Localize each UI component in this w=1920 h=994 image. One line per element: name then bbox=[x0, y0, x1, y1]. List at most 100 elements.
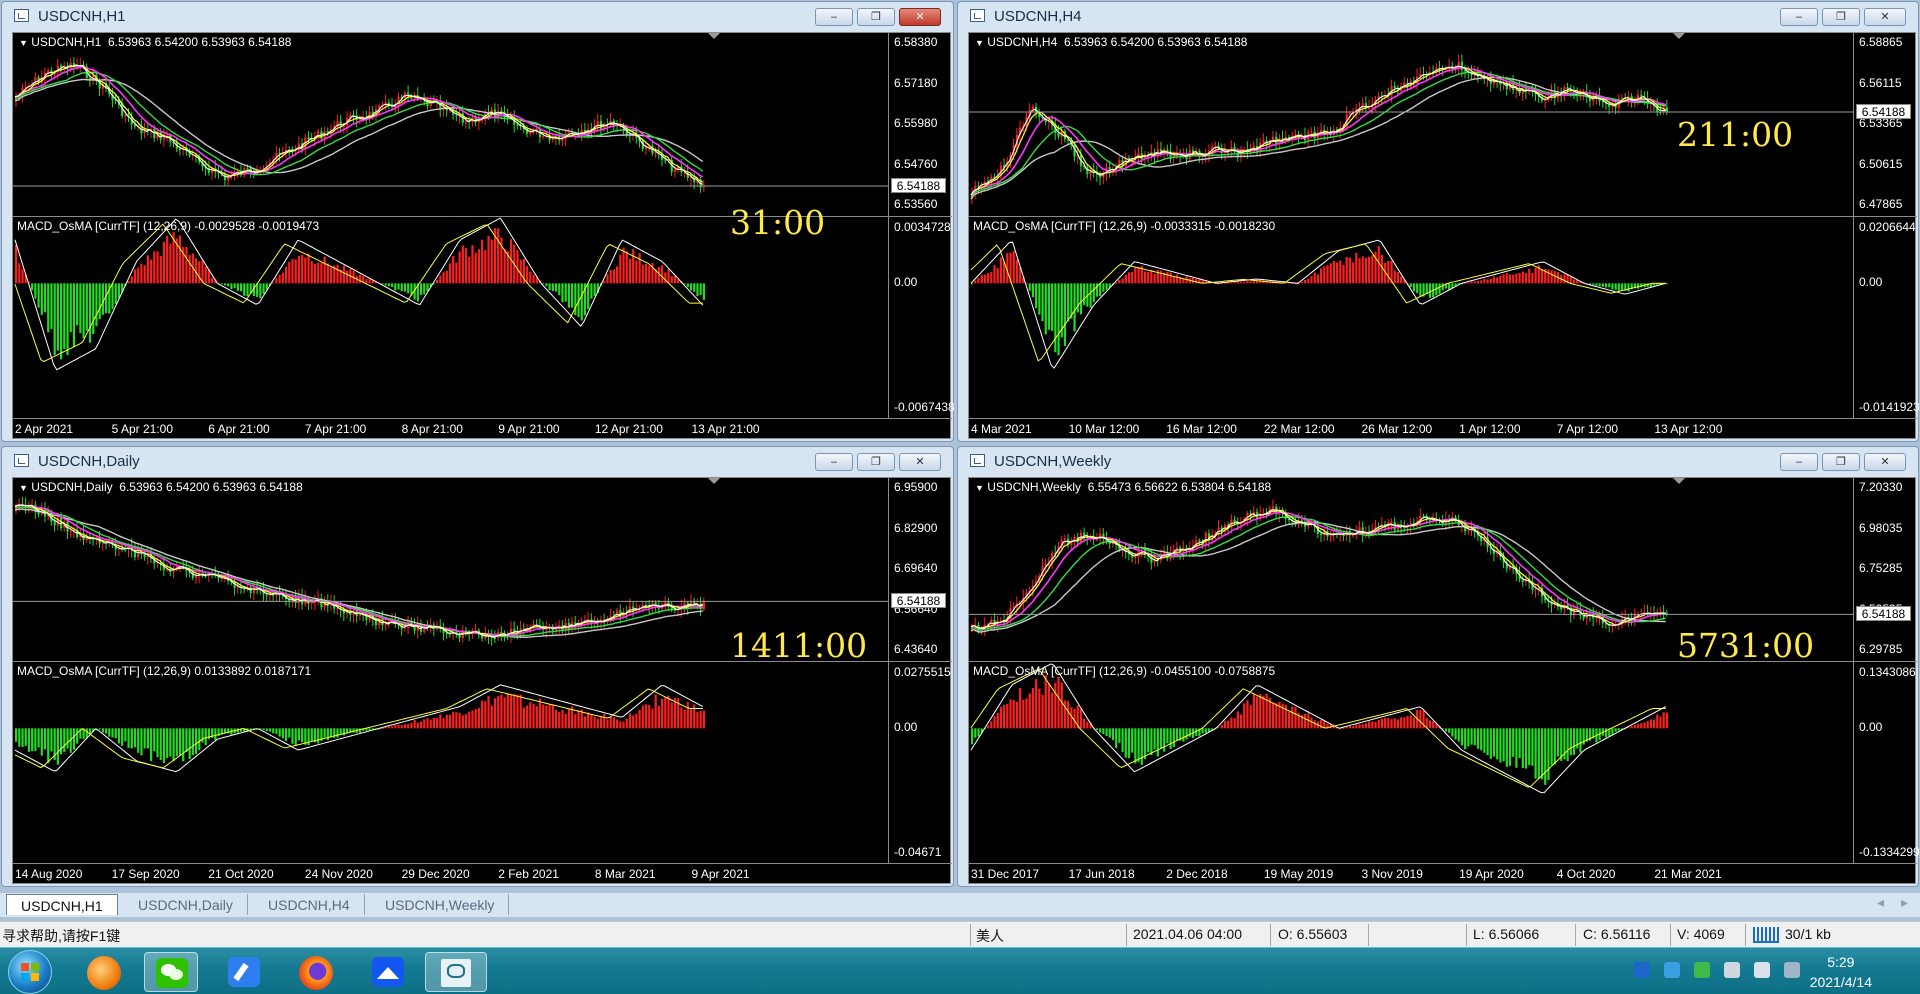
tray-volume-muted-icon[interactable] bbox=[1754, 962, 1770, 978]
chart-canvas[interactable]: ▼ USDCNH,Daily 6.53963 6.54200 6.53963 6… bbox=[12, 477, 952, 886]
moving-average-line bbox=[14, 504, 704, 638]
chart-canvas[interactable]: ▼ USDCNH,H4 6.53963 6.54200 6.53963 6.54… bbox=[968, 32, 1920, 441]
price-tick-label: 6.95900 bbox=[894, 480, 938, 494]
tab-usdcnh-weekly[interactable]: USDCNH,Weekly bbox=[371, 894, 510, 915]
price-scale[interactable]: 6.58865 6.56115 6.53365 6.50615 6.47865 6.541… bbox=[1855, 33, 1920, 418]
window-title: USDCNH,Weekly bbox=[994, 453, 1112, 470]
chart-info-line: USDCNH,H1 6.53963 6.54200 6.53963 6.5418… bbox=[31, 35, 292, 49]
price-tick-label: 6.50615 bbox=[1859, 156, 1903, 171]
dropdown-arrow-icon[interactable]: ▼ bbox=[975, 38, 984, 48]
macd-info-line: MACD_OsMA [CurrTF] (12,26,9) -0.0455100 … bbox=[973, 664, 1276, 678]
window-titlebar[interactable]: USDCNH,H1 ‒ ❐ ✕ bbox=[2, 2, 953, 28]
dropdown-arrow-icon[interactable]: ▼ bbox=[19, 38, 28, 48]
price-scale[interactable]: 6.58380 6.57180 6.55980 6.54760 6.53560 6.541… bbox=[890, 33, 955, 418]
chart-window-usdcnh-h4[interactable]: USDCNH,H4 ‒ ❐ ✕ ▼ USDCNH,H4 6.53963 6.54200 … bbox=[957, 1, 1920, 442]
chart-window-usdcnh-weekly[interactable]: USDCNH,Weekly ‒ ❐ ✕ ▼ USDCNH,Weekly 6.55473 … bbox=[957, 446, 1920, 887]
tab-usdcnh-h1[interactable]: USDCNH,H1 bbox=[6, 894, 118, 915]
chart-window-usdcnh-h1[interactable]: USDCNH,H1 ‒ ❐ ✕ ▼ USDCNH,H1 6.53963 6.54200 … bbox=[1, 1, 955, 442]
tray-wechat-icon[interactable] bbox=[1694, 962, 1710, 978]
tray-device-icon[interactable] bbox=[1724, 962, 1740, 978]
close-button[interactable]: ✕ bbox=[1864, 453, 1906, 471]
pane-separator[interactable] bbox=[969, 216, 1917, 217]
time-tick-label: 19 May 2019 bbox=[1263, 867, 1334, 881]
price-scale[interactable]: 6.95900 6.82900 6.69640 6.56640 6.43640 6.541… bbox=[890, 478, 951, 863]
time-axis[interactable]: 31 Dec 2017 17 Jun 2018 2 Dec 2018 19 May 2… bbox=[969, 864, 1853, 886]
tray-update-icon[interactable] bbox=[1634, 962, 1650, 978]
time-axis[interactable]: 4 Mar 2021 10 Mar 12:00 16 Mar 12:00 22 Mar… bbox=[969, 419, 1853, 441]
time-tick-label: 2 Apr 2021 bbox=[15, 422, 74, 436]
price-tick-label: 6.56115 bbox=[1859, 75, 1902, 90]
moving-average-line bbox=[14, 506, 703, 638]
bar-volume: V: 4069 bbox=[1677, 926, 1725, 942]
taskbar-clock[interactable]: 5:29 2021/4/14 bbox=[1810, 952, 1872, 992]
wechat-icon[interactable] bbox=[144, 952, 198, 992]
window-titlebar[interactable]: USDCNH,Weekly ‒ ❐ ✕ bbox=[958, 447, 1918, 473]
osma-histogram bbox=[971, 246, 1668, 356]
macd-line bbox=[14, 684, 704, 773]
dropdown-arrow-icon[interactable]: ▼ bbox=[975, 483, 984, 493]
chart-shift-marker-icon[interactable] bbox=[708, 33, 720, 39]
feishu-icon[interactable] bbox=[361, 952, 415, 992]
time-tick-label: 17 Sep 2020 bbox=[111, 867, 180, 881]
time-tick-label: 2 Dec 2018 bbox=[1166, 867, 1228, 881]
price-tick-label: 6.29785 bbox=[1859, 642, 1903, 656]
time-tick-label: 5 Apr 21:00 bbox=[111, 422, 174, 436]
minimize-button[interactable]: ‒ bbox=[815, 8, 853, 26]
chart-window-usdcnh-daily[interactable]: USDCNH,Daily ‒ ❐ ✕ ▼ USDCNH,Daily 6.53963 6.… bbox=[1, 446, 954, 887]
window-titlebar[interactable]: USDCNH,Daily ‒ ❐ ✕ bbox=[2, 447, 953, 473]
chart-canvas[interactable]: ▼ USDCNH,H1 6.53963 6.54200 6.53963 6.54… bbox=[12, 32, 955, 441]
chart-shift-marker-icon[interactable] bbox=[1673, 478, 1685, 484]
tab-usdcnh-daily[interactable]: USDCNH,Daily bbox=[124, 894, 248, 915]
moving-average-line bbox=[14, 508, 703, 639]
price-scale[interactable]: 7.203306.980356.752856.525356.297856.541… bbox=[1855, 478, 1920, 863]
price-tick-label: 6.53560 bbox=[894, 197, 938, 211]
close-button[interactable]: ✕ bbox=[1864, 8, 1906, 26]
current-price-box: 6.54188 bbox=[1856, 606, 1911, 622]
time-tick-label: 17 Jun 2018 bbox=[1068, 867, 1135, 881]
notes-app-icon[interactable] bbox=[217, 952, 271, 992]
tray-network-icon[interactable] bbox=[1784, 962, 1800, 978]
time-tick-label: 6 Apr 21:00 bbox=[208, 422, 270, 436]
tab-usdcnh-h4[interactable]: USDCNH,H4 bbox=[254, 894, 365, 915]
tab-scroll-right-icon[interactable]: ▸ bbox=[1901, 895, 1908, 911]
chart-info-line: USDCNH,Daily 6.53963 6.54200 6.53963 6.5… bbox=[31, 480, 303, 494]
price-axis-separator bbox=[1853, 33, 1854, 418]
restore-button[interactable]: ❐ bbox=[1822, 453, 1860, 471]
window-titlebar[interactable]: USDCNH,H4 ‒ ❐ ✕ bbox=[958, 2, 1918, 28]
chart-canvas[interactable]: ▼ USDCNH,Weekly 6.55473 6.56622 6.53804 … bbox=[968, 477, 1920, 886]
minimize-button[interactable]: ‒ bbox=[815, 453, 853, 471]
close-button[interactable]: ✕ bbox=[899, 8, 941, 26]
time-tick-label: 19 Apr 2020 bbox=[1459, 867, 1524, 881]
minimize-button[interactable]: ‒ bbox=[1780, 8, 1818, 26]
tab-scroll-left-icon[interactable]: ◂ bbox=[1877, 895, 1884, 911]
candlesticks bbox=[15, 496, 705, 646]
macd-tick-label: -0.04671 bbox=[894, 845, 942, 859]
price-tick-label: 6.98035 bbox=[1859, 520, 1903, 535]
price-tick-label: 7.20330 bbox=[1859, 480, 1903, 494]
price-tick-label: 6.43640 bbox=[894, 642, 938, 656]
bar-datetime: 2021.04.06 04:00 bbox=[1133, 926, 1242, 942]
time-axis[interactable]: 14 Aug 2020 17 Sep 2020 21 Oct 2020 24 Nov … bbox=[13, 864, 888, 886]
time-tick-label: 12 Apr 21:00 bbox=[594, 422, 663, 436]
dropdown-arrow-icon[interactable]: ▼ bbox=[19, 483, 28, 493]
clock-date: 2021/4/14 bbox=[1809, 974, 1872, 990]
minimize-button[interactable]: ‒ bbox=[1780, 453, 1818, 471]
time-tick-label: 2 Feb 2021 bbox=[498, 867, 559, 881]
trading-terminal-icon[interactable] bbox=[425, 952, 487, 992]
close-button[interactable]: ✕ bbox=[899, 453, 941, 471]
time-tick-label: 26 Mar 12:00 bbox=[1361, 422, 1433, 436]
start-orb-icon[interactable] bbox=[8, 950, 52, 994]
chart-shift-marker-icon[interactable] bbox=[1673, 33, 1685, 39]
firefox-icon[interactable] bbox=[289, 952, 343, 992]
tray-security-icon[interactable] bbox=[1664, 962, 1680, 978]
orange-app-icon[interactable] bbox=[77, 952, 131, 992]
chart-shift-marker-icon[interactable] bbox=[708, 478, 720, 484]
restore-button[interactable]: ❐ bbox=[1822, 8, 1860, 26]
time-axis[interactable]: 2 Apr 2021 5 Apr 21:00 6 Apr 21:00 7 Apr 21… bbox=[13, 419, 888, 441]
candlesticks bbox=[971, 499, 1668, 637]
traffic-counter: 30/1 kb bbox=[1785, 926, 1831, 942]
bar-low: L: 6.56066 bbox=[1473, 926, 1540, 942]
restore-button[interactable]: ❐ bbox=[857, 453, 895, 471]
macd-tick-label: -0.1334299 bbox=[1859, 845, 1920, 859]
restore-button[interactable]: ❐ bbox=[857, 8, 895, 26]
